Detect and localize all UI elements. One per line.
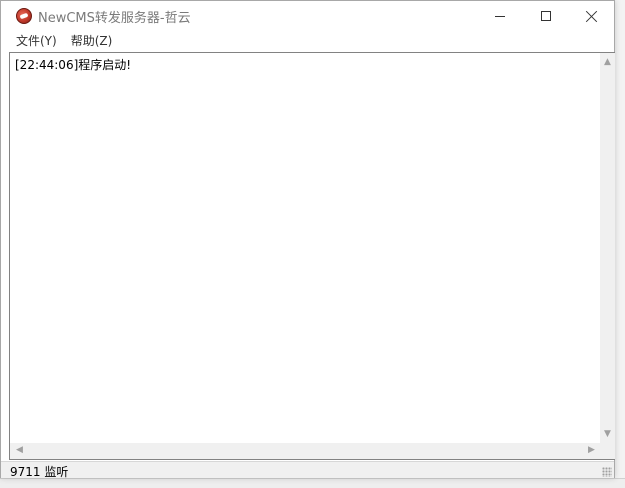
menu-help[interactable]: 帮助(Z): [64, 31, 120, 51]
horizontal-scrollbar[interactable]: ◀ ▶: [10, 443, 600, 459]
background-desktop-bottom: [0, 478, 625, 488]
app-window: NewCMS转发服务器-哲云 文件(Y) 帮助(Z) [22:44:06]程序启…: [0, 0, 615, 479]
scroll-up-arrow-icon[interactable]: ▲: [600, 55, 615, 70]
window-title: NewCMS转发服务器-哲云: [38, 11, 191, 26]
menu-bar: 文件(Y) 帮助(Z): [1, 31, 614, 51]
scroll-left-arrow-icon[interactable]: ◀: [12, 443, 27, 458]
scroll-right-arrow-icon[interactable]: ▶: [584, 443, 599, 458]
status-bar: 9711 监听: [1, 461, 614, 479]
scroll-down-arrow-icon[interactable]: ▼: [600, 427, 615, 442]
vertical-scrollbar[interactable]: ▲ ▼: [600, 53, 615, 443]
log-line: [22:44:06]程序启动!: [15, 58, 132, 72]
minimize-icon: [495, 15, 505, 17]
close-button[interactable]: [569, 1, 615, 31]
scroll-corner: [600, 443, 615, 459]
menu-file[interactable]: 文件(Y): [9, 31, 64, 51]
title-bar[interactable]: NewCMS转发服务器-哲云: [1, 1, 614, 31]
maximize-icon: [541, 11, 551, 21]
close-icon: [586, 10, 598, 22]
log-textarea[interactable]: [22:44:06]程序启动! ▲ ▼ ◀ ▶: [9, 52, 615, 460]
maximize-button[interactable]: [523, 1, 569, 31]
status-text: 9711 监听: [10, 465, 69, 479]
minimize-button[interactable]: [477, 1, 523, 31]
resize-grip-icon[interactable]: [602, 467, 612, 477]
app-logo-icon: [16, 8, 32, 24]
